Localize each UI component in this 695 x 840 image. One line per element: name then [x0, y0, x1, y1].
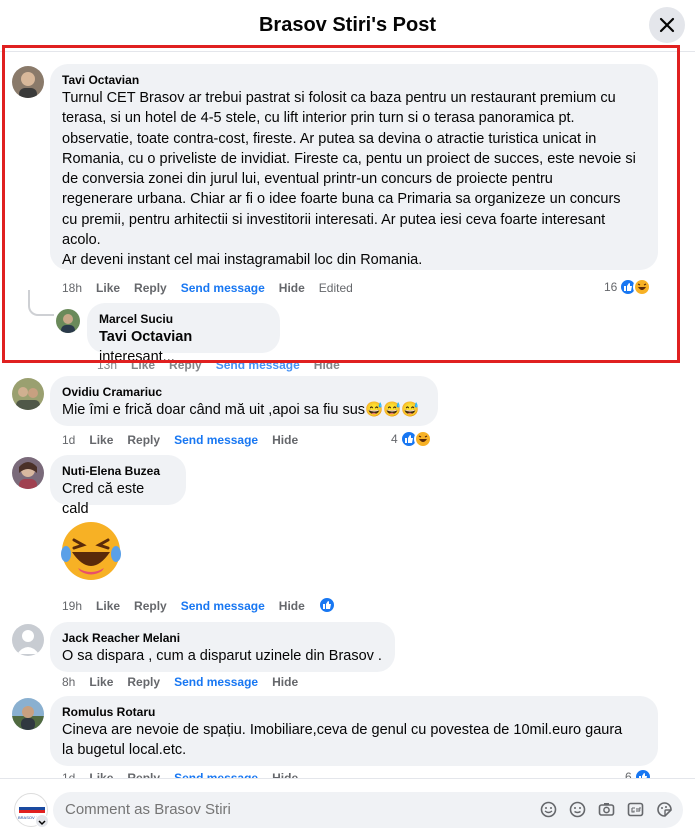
- hide-button[interactable]: Hide: [272, 674, 298, 690]
- comment-text: Turnul CET Brasov ar trebui pastrat si f…: [62, 90, 636, 269]
- comment-bubble: Jack Reacher Melani O sa dispara , cum a…: [50, 622, 395, 672]
- comment-bubble: Nuti-Elena Buzea Cred că este cald: [50, 455, 186, 517]
- comment-time[interactable]: 18h: [62, 280, 82, 296]
- comment-bubble: Ovidiu Cramariuc Mie îmi e frică doar câ…: [50, 376, 438, 426]
- composer-tools: [540, 801, 673, 818]
- reply-button[interactable]: Reply: [127, 674, 160, 690]
- comment-actions: 19h Like Reply Send message Hide: [62, 598, 305, 614]
- comment-bubble: Tavi Octavian Turnul CET Brasov ar trebu…: [50, 64, 658, 270]
- gif-icon[interactable]: [627, 801, 644, 818]
- close-icon: [659, 17, 675, 33]
- like-reaction-icon: [318, 596, 336, 614]
- comment-author[interactable]: Tavi Octavian: [62, 72, 646, 88]
- hide-button[interactable]: Hide: [272, 770, 298, 778]
- comment-author[interactable]: Jack Reacher Melani: [62, 630, 383, 646]
- mention-link[interactable]: Tavi Octavian: [99, 329, 192, 345]
- avatar[interactable]: [12, 457, 44, 489]
- like-button[interactable]: Like: [89, 674, 113, 690]
- post-dialog-header: Brasov Stiri's Post: [0, 0, 695, 52]
- sticker-icon[interactable]: [656, 801, 673, 818]
- haha-reaction-icon: [413, 430, 432, 448]
- avatar-emoji-icon[interactable]: [540, 801, 557, 818]
- like-button[interactable]: Like: [96, 280, 120, 296]
- camera-icon[interactable]: [598, 801, 615, 818]
- hide-button[interactable]: Hide: [272, 432, 298, 448]
- comment-text: Cred că este cald: [62, 481, 145, 518]
- comment-bubble: Romulus Rotaru Cineva are nevoie de spaț…: [50, 696, 658, 766]
- chevron-down-icon[interactable]: [35, 814, 49, 828]
- comment-time[interactable]: 1d: [62, 770, 75, 778]
- hide-button[interactable]: Hide: [279, 280, 305, 296]
- comment-time[interactable]: 8h: [62, 674, 75, 690]
- comment-time[interactable]: 1d: [62, 432, 75, 448]
- reactions-count[interactable]: 4: [391, 430, 432, 448]
- reactions-count[interactable]: 16: [604, 278, 652, 296]
- comment-actions: 13h Like Reply Send message Hide: [97, 357, 340, 373]
- reply-button[interactable]: Reply: [134, 598, 167, 614]
- thread-connector: [28, 290, 54, 316]
- comment-author[interactable]: Marcel Suciu: [99, 311, 268, 327]
- hide-button[interactable]: Hide: [279, 598, 305, 614]
- avatar[interactable]: [12, 624, 44, 656]
- comment-actions: 8h Like Reply Send message Hide: [62, 674, 298, 690]
- comment-author[interactable]: Romulus Rotaru: [62, 704, 646, 720]
- comment-text: Mie îmi e frică doar când mă uit ,apoi s…: [62, 402, 420, 418]
- comment-author[interactable]: Nuti-Elena Buzea: [62, 463, 174, 479]
- reactions-count[interactable]: [318, 596, 336, 614]
- reply-button[interactable]: Reply: [127, 770, 160, 778]
- comment-text: O sa dispara , cum a disparut uzinele di…: [62, 648, 382, 664]
- comment-time[interactable]: 19h: [62, 598, 82, 614]
- comment-time[interactable]: 13h: [97, 357, 117, 373]
- reply-button[interactable]: Reply: [134, 280, 167, 296]
- like-button[interactable]: Like: [89, 432, 113, 448]
- comment-author[interactable]: Ovidiu Cramariuc: [62, 384, 426, 400]
- send-message-button[interactable]: Send message: [216, 357, 300, 373]
- like-button[interactable]: Like: [131, 357, 155, 373]
- avatar[interactable]: [12, 378, 44, 410]
- like-reaction-icon: [633, 768, 652, 778]
- comments-list[interactable]: Tavi Octavian Turnul CET Brasov ar trebu…: [0, 52, 695, 778]
- send-message-button[interactable]: Send message: [181, 280, 265, 296]
- close-button[interactable]: [649, 7, 685, 43]
- haha-reaction-icon: [633, 278, 652, 296]
- like-button[interactable]: Like: [96, 598, 120, 614]
- edited-label[interactable]: Edited: [319, 280, 353, 296]
- avatar[interactable]: [56, 309, 80, 333]
- comment-bubble: Marcel Suciu Tavi Octavian interesant...: [87, 303, 280, 365]
- comment-actions: 18h Like Reply Send message Hide Edited: [62, 280, 353, 296]
- comment-composer: BRASOV STIRI: [0, 778, 695, 840]
- hide-button[interactable]: Hide: [314, 357, 340, 373]
- avatar[interactable]: [12, 698, 44, 730]
- reply-button[interactable]: Reply: [127, 432, 160, 448]
- send-message-button[interactable]: Send message: [174, 432, 258, 448]
- emoji-icon[interactable]: [569, 801, 586, 818]
- comment-text: Cineva are nevoie de spațiu. Imobiliare,…: [62, 722, 623, 759]
- send-message-button[interactable]: Send message: [181, 598, 265, 614]
- comment-actions: 1d Like Reply Send message Hide: [62, 432, 298, 448]
- reactions-count[interactable]: 6: [625, 768, 652, 778]
- avatar[interactable]: [12, 66, 44, 98]
- like-button[interactable]: Like: [89, 770, 113, 778]
- send-message-button[interactable]: Send message: [174, 674, 258, 690]
- dialog-title: Brasov Stiri's Post: [258, 14, 437, 36]
- send-message-button[interactable]: Send message: [174, 770, 258, 778]
- reply-button[interactable]: Reply: [169, 357, 202, 373]
- comment-actions: 1d Like Reply Send message Hide: [62, 770, 298, 778]
- sticker-emoji[interactable]: [58, 518, 124, 584]
